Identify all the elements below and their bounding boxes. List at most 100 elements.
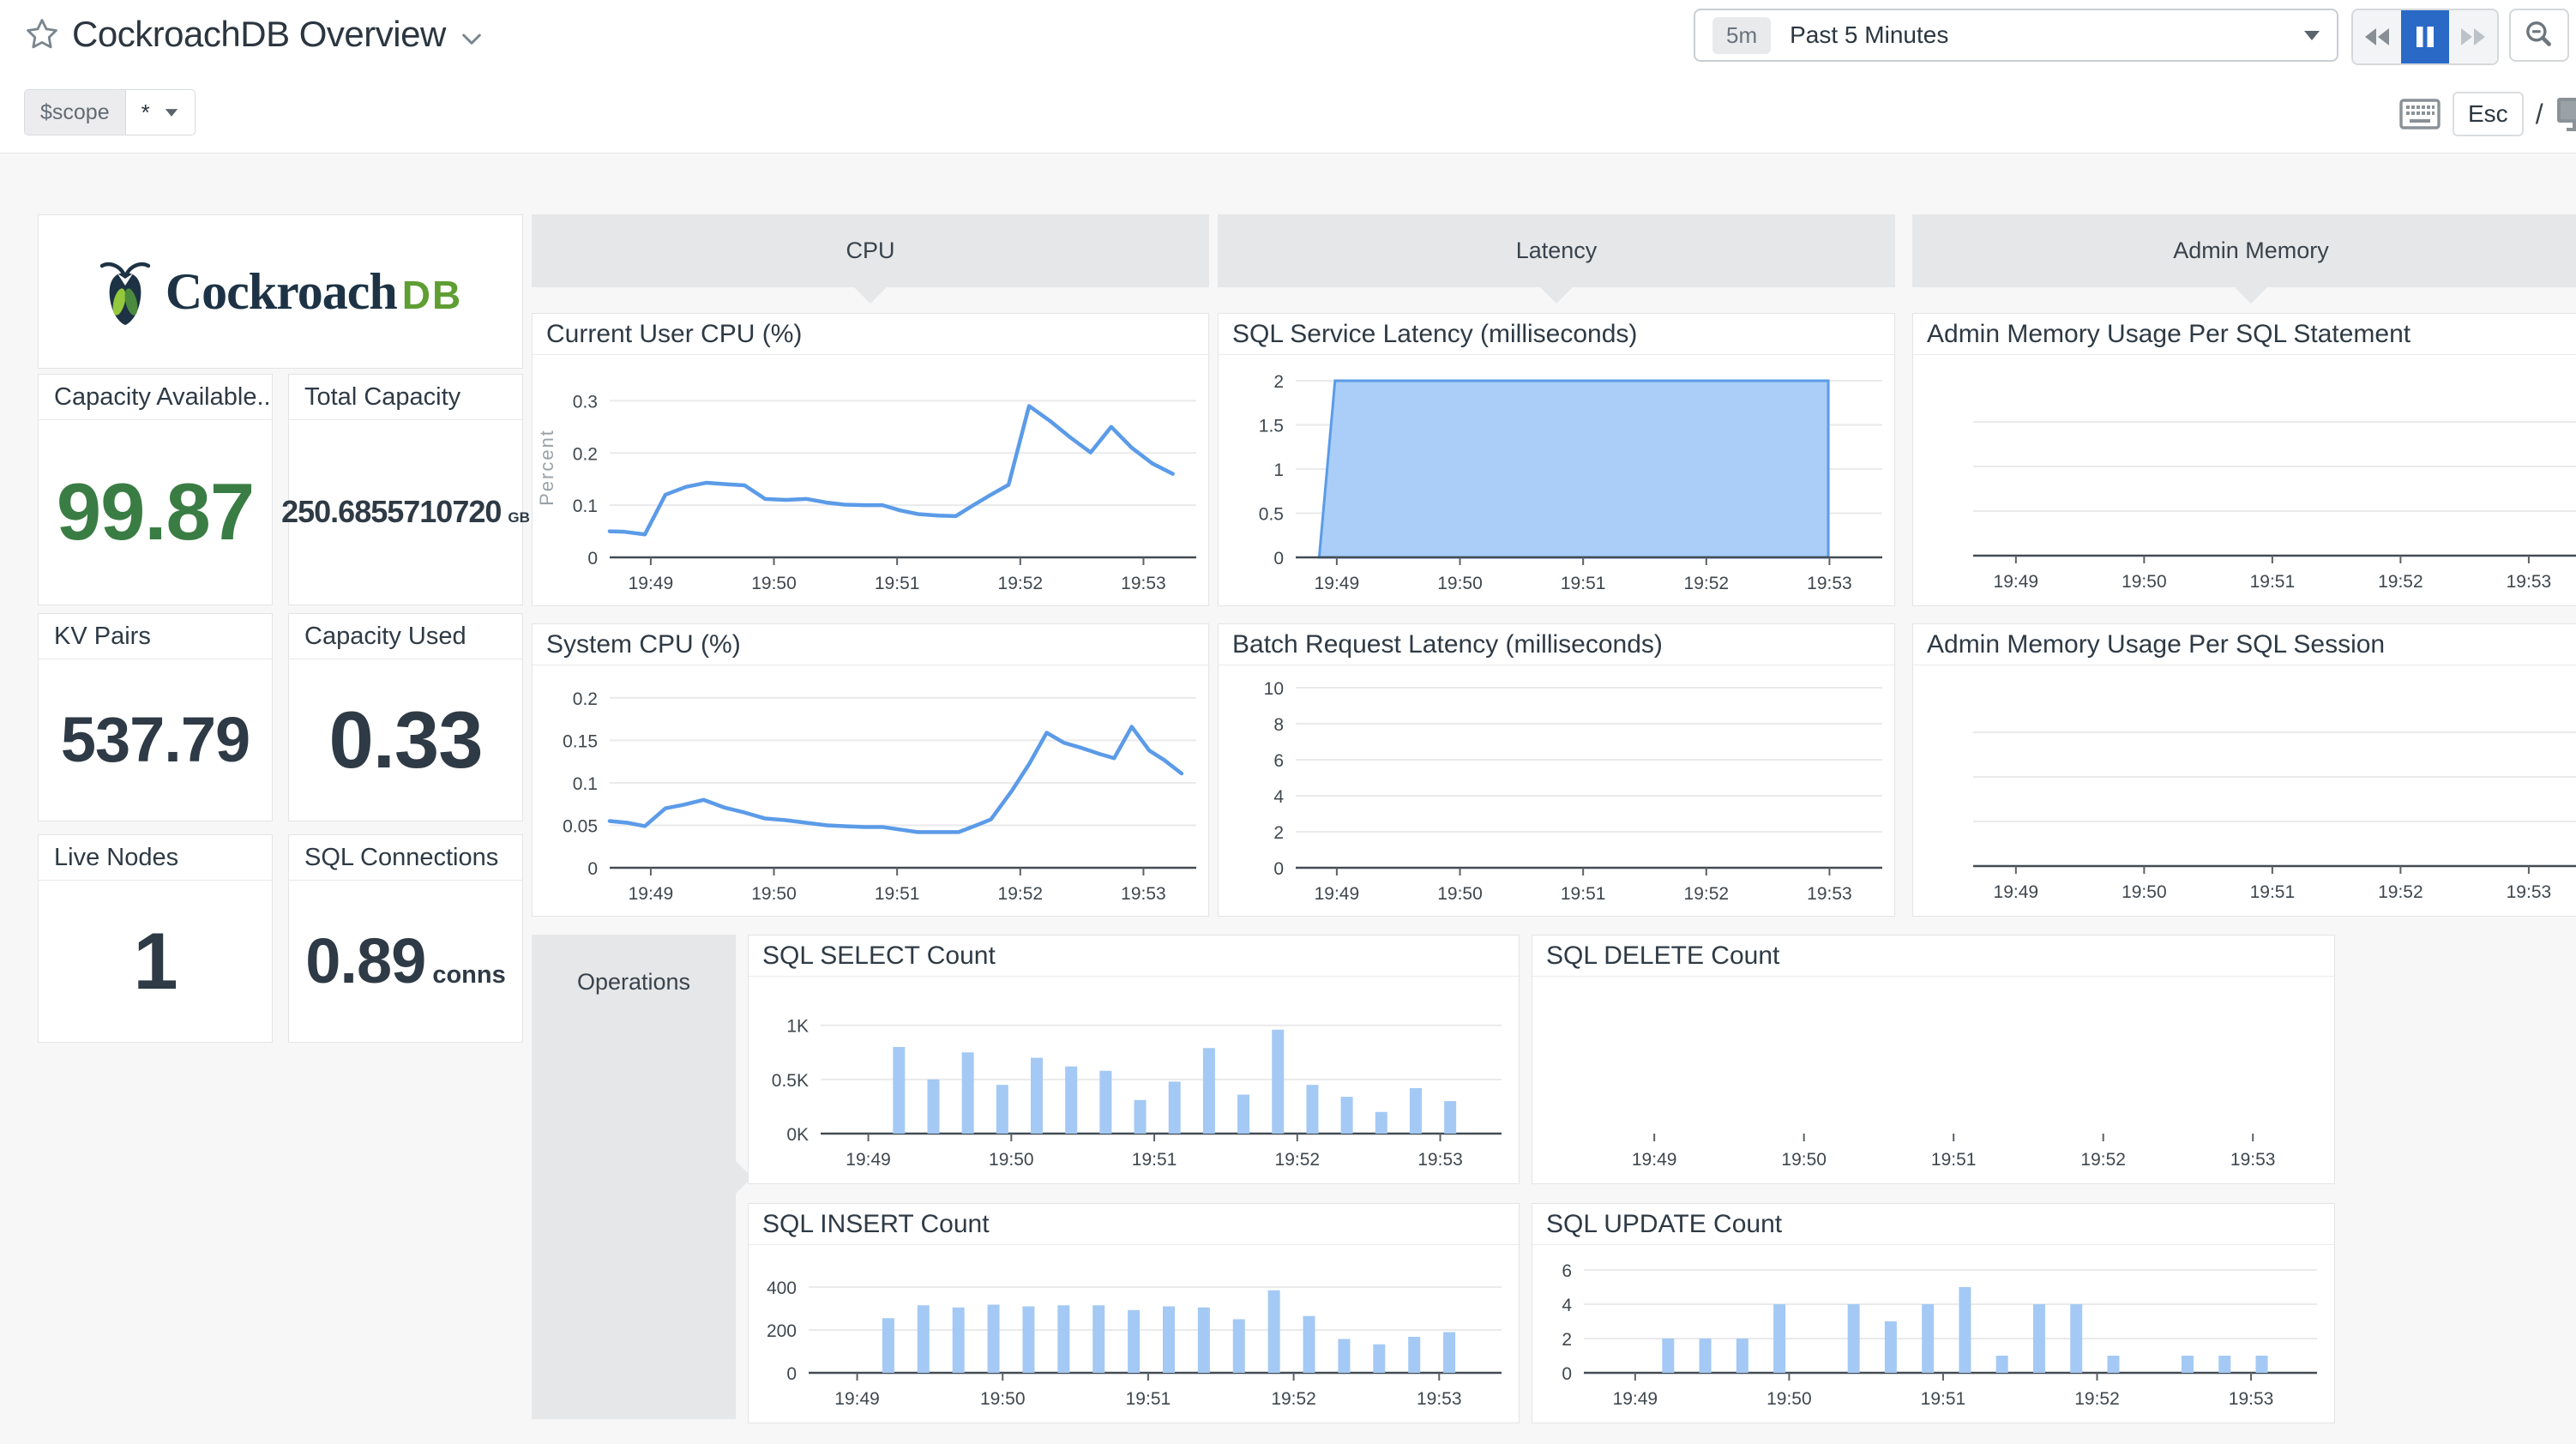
esc-button[interactable]: Esc bbox=[2453, 92, 2524, 136]
svg-text:19:50: 19:50 bbox=[1766, 1389, 1812, 1409]
svg-text:19:52: 19:52 bbox=[1271, 1389, 1316, 1409]
svg-text:Percent: Percent bbox=[536, 429, 557, 506]
metric-title: Capacity Used bbox=[289, 614, 522, 659]
forward-button[interactable] bbox=[2449, 10, 2497, 63]
svg-text:19:53: 19:53 bbox=[2507, 572, 2552, 592]
svg-text:6: 6 bbox=[1562, 1261, 1572, 1281]
svg-text:0: 0 bbox=[587, 859, 598, 879]
chart-plot-batch-request-latency[interactable]: 0 2 4 6 8 10 19:49 19:50 19:51 19:52 19:53 bbox=[1219, 665, 1894, 916]
svg-text:19:51: 19:51 bbox=[1931, 1150, 1977, 1170]
rewind-button[interactable] bbox=[2353, 10, 2401, 63]
svg-text:1: 1 bbox=[1273, 460, 1284, 480]
group-header-cpu[interactable]: CPU bbox=[532, 214, 1209, 304]
metric-card-sql-connections: SQL Connections 0.89 conns bbox=[288, 834, 523, 1043]
svg-text:19:50: 19:50 bbox=[2122, 572, 2167, 592]
chart-card-current-user-cpu: Current User CPU (%) 0 0.1 0.2 0.3 19:49 19:5… bbox=[532, 313, 1209, 606]
svg-text:10: 10 bbox=[1264, 679, 1284, 699]
chart-title: SQL UPDATE Count bbox=[1532, 1204, 2334, 1245]
chart-plot-admin-memory-statement[interactable]: 19:49 19:50 19:51 19:52 19:53 bbox=[1913, 355, 2576, 605]
svg-text:19:50: 19:50 bbox=[1437, 884, 1483, 904]
keyboard-icon[interactable] bbox=[2399, 99, 2441, 129]
group-header-latency[interactable]: Latency bbox=[1218, 214, 1895, 304]
svg-text:19:50: 19:50 bbox=[1437, 574, 1483, 593]
svg-text:0.5: 0.5 bbox=[1259, 505, 1284, 525]
svg-text:0.1: 0.1 bbox=[573, 496, 598, 516]
svg-text:4: 4 bbox=[1273, 787, 1284, 807]
svg-text:19:52: 19:52 bbox=[998, 884, 1044, 904]
metric-card-kv-pairs: KV Pairs 537.79 bbox=[38, 613, 273, 821]
chart-title: Batch Request Latency (milliseconds) bbox=[1219, 624, 1894, 665]
svg-text:19:49: 19:49 bbox=[1994, 572, 2039, 592]
zoom-out-button[interactable] bbox=[2509, 9, 2569, 62]
chart-card-admin-memory-statement: Admin Memory Usage Per SQL Statement 19:… bbox=[1912, 313, 2576, 606]
metric-title: Live Nodes bbox=[39, 835, 272, 881]
chart-plot-admin-memory-session[interactable]: 19:49 19:50 19:51 19:52 19:53 bbox=[1913, 665, 2576, 916]
group-label: Operations bbox=[576, 969, 691, 995]
magnifier-minus-icon bbox=[2526, 21, 2551, 46]
chart-card-sql-service-latency: SQL Service Latency (milliseconds) 0 0.5 1… bbox=[1218, 313, 1895, 606]
chart-plot-sql-insert-count[interactable]: 0 200 400 19:49 19:50 19:51 19:52 19:53 bbox=[749, 1245, 1519, 1423]
svg-text:19:50: 19:50 bbox=[751, 884, 797, 904]
chart-plot-sql-service-latency[interactable]: 0 0.5 1 1.5 2 19:49 19:50 19:51 19:52 19:53 bbox=[1219, 355, 1894, 605]
svg-text:19:50: 19:50 bbox=[989, 1150, 1034, 1170]
metric-title: KV Pairs bbox=[39, 614, 272, 659]
metric-title: Total Capacity bbox=[289, 375, 522, 420]
svg-text:19:53: 19:53 bbox=[1121, 884, 1166, 904]
template-variable-scope[interactable]: $scope * bbox=[24, 89, 196, 135]
caret-down-icon bbox=[2304, 30, 2320, 40]
chart-title: SQL INSERT Count bbox=[749, 1204, 1519, 1245]
fullscreen-monitor-icon[interactable] bbox=[2555, 95, 2576, 133]
svg-text:2: 2 bbox=[1562, 1330, 1572, 1350]
svg-text:19:52: 19:52 bbox=[1684, 574, 1730, 593]
svg-text:19:52: 19:52 bbox=[1684, 884, 1730, 904]
svg-text:19:53: 19:53 bbox=[1417, 1150, 1463, 1170]
group-header-operations[interactable]: Operations bbox=[532, 935, 752, 1419]
chart-plot-current-user-cpu[interactable]: 0 0.1 0.2 0.3 19:49 19:50 19:51 19:52 19:53 Perce… bbox=[533, 355, 1208, 605]
group-label: Latency bbox=[1515, 238, 1598, 263]
svg-text:19:53: 19:53 bbox=[2229, 1389, 2274, 1409]
group-label: Admin Memory bbox=[2173, 238, 2329, 263]
shortcut-row: Esc / bbox=[2399, 89, 2576, 139]
svg-text:0.05: 0.05 bbox=[563, 816, 598, 836]
metric-title: Capacity Available... bbox=[39, 375, 272, 420]
chart-plot-sql-select-count[interactable]: 0K 0.5K 1K 19:49 19:50 19:51 19:52 19:53 bbox=[749, 977, 1519, 1183]
chart-card-sql-select-count: SQL SELECT Count 0K 0.5K 1K 19:49 19:50 19:51… bbox=[748, 935, 1520, 1184]
metric-card-capacity-available: Capacity Available... 99.87 bbox=[38, 374, 273, 605]
svg-text:19:53: 19:53 bbox=[1417, 1389, 1462, 1409]
svg-text:19:52: 19:52 bbox=[2080, 1150, 2126, 1170]
time-range-selector[interactable]: 5m Past 5 Minutes bbox=[1694, 9, 2338, 62]
time-range-badge: 5m bbox=[1712, 16, 1772, 54]
chart-title: Admin Memory Usage Per SQL Session bbox=[1913, 624, 2576, 665]
svg-text:19:49: 19:49 bbox=[1613, 1389, 1658, 1409]
slash-separator: / bbox=[2535, 98, 2543, 129]
svg-text:0.2: 0.2 bbox=[573, 689, 598, 709]
svg-text:19:49: 19:49 bbox=[629, 574, 674, 593]
svg-text:19:49: 19:49 bbox=[846, 1150, 891, 1170]
star-icon[interactable] bbox=[24, 16, 60, 52]
chart-plot-system-cpu[interactable]: 0 0.05 0.1 0.15 0.2 19:49 19:50 19:51 19:52 19:53 bbox=[533, 665, 1208, 916]
metric-card-total-capacity: Total Capacity 250.6855710720 GB bbox=[281, 374, 530, 605]
svg-text:19:52: 19:52 bbox=[998, 574, 1044, 593]
svg-text:19:51: 19:51 bbox=[2250, 572, 2296, 592]
cockroachdb-logo-card: Cockroach DB bbox=[38, 214, 523, 369]
svg-text:19:53: 19:53 bbox=[1807, 884, 1852, 904]
svg-text:19:53: 19:53 bbox=[1121, 574, 1166, 593]
brand-suffix: DB bbox=[401, 272, 463, 317]
svg-text:19:53: 19:53 bbox=[2507, 882, 2552, 902]
chart-card-system-cpu: System CPU (%) 0 0.05 0.1 0.15 0.2 19:49 19:50… bbox=[532, 623, 1209, 917]
group-header-admin-memory[interactable]: Admin Memory bbox=[1912, 214, 2576, 304]
chart-plot-sql-delete-count[interactable]: 19:49 19:50 19:51 19:52 19:53 bbox=[1532, 977, 2334, 1183]
time-range-label: Past 5 Minutes bbox=[1790, 21, 1949, 48]
chart-plot-sql-update-count[interactable]: 0 2 4 6 19:49 19:50 19:51 19:52 19:53 bbox=[1532, 1245, 2334, 1423]
svg-text:19:53: 19:53 bbox=[1807, 574, 1852, 593]
chart-title: SQL DELETE Count bbox=[1532, 936, 2334, 977]
pause-button[interactable] bbox=[2401, 10, 2449, 63]
metric-card-live-nodes: Live Nodes 1 bbox=[38, 834, 273, 1043]
svg-text:8: 8 bbox=[1273, 715, 1284, 735]
chevron-down-icon[interactable] bbox=[458, 25, 485, 52]
caret-down-icon bbox=[165, 108, 178, 117]
svg-text:0: 0 bbox=[1273, 549, 1284, 569]
svg-text:200: 200 bbox=[767, 1321, 797, 1341]
svg-text:19:51: 19:51 bbox=[875, 574, 920, 593]
metric-value: 0.33 bbox=[328, 694, 484, 785]
